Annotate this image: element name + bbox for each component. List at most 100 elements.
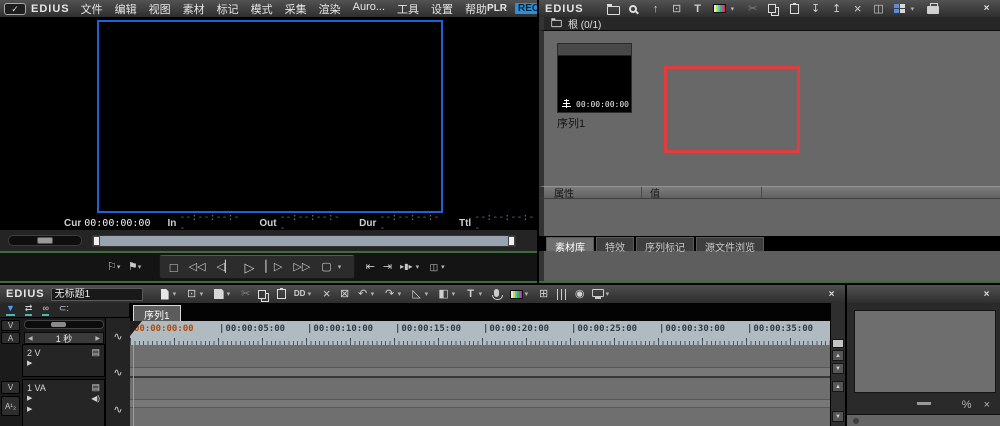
value-column-header[interactable]: 值 [642, 187, 762, 200]
view-mode-icon[interactable] [894, 4, 906, 13]
stop-button[interactable]: □ [169, 259, 179, 276]
playhead-line[interactable] [133, 345, 134, 426]
timeline-zoom-slider[interactable] [24, 320, 104, 329]
paste-icon[interactable] [790, 2, 800, 14]
chevron-down-icon[interactable]: ▾ [338, 263, 345, 271]
scroll-down-icon[interactable]: ▼ [832, 411, 844, 422]
fast-forward-button[interactable]: ▷▷ [292, 260, 311, 275]
title-tool-icon[interactable]: T [465, 287, 477, 301]
panel-preview-area[interactable] [854, 310, 996, 393]
monitor-mode-icon[interactable] [591, 288, 604, 299]
chevron-down-icon[interactable]: ▾ [308, 290, 315, 298]
clip-name-label[interactable]: 序列1 [557, 115, 632, 131]
goto-out-button[interactable]: ⇥ [382, 260, 393, 275]
chevron-down-icon[interactable]: ▾ [173, 290, 180, 298]
delete-icon[interactable]: ⊠ [339, 287, 351, 301]
property-column-header[interactable]: 属性 [544, 187, 642, 200]
group-sync-mode-icon[interactable]: ∞ [42, 304, 49, 316]
color-bars-icon[interactable] [712, 4, 726, 13]
time-scale-spinner[interactable]: ◀ 1 秒 ▶ [24, 332, 104, 344]
rewind-button[interactable]: ◁◁ [188, 260, 207, 275]
chevron-down-icon[interactable]: ▾ [606, 290, 613, 298]
track-lane-2v[interactable] [130, 345, 830, 367]
redo-icon[interactable]: ↷ [384, 287, 396, 301]
save-project-icon[interactable] [213, 289, 224, 299]
menu-clip[interactable]: 素材 [183, 1, 205, 17]
ripple-mode-icon[interactable]: ⇄ [24, 304, 33, 316]
menu-mode[interactable]: 模式 [251, 1, 273, 17]
zoom-slider-handle[interactable] [51, 322, 66, 327]
scroll-up-icon[interactable]: ▲ [832, 350, 844, 361]
new-sequence-icon[interactable] [160, 288, 169, 300]
scroll-down-icon[interactable]: ▼ [832, 363, 844, 374]
resize-handle[interactable] [916, 402, 931, 405]
track-header-2v[interactable]: 2 V ▤ ▶ [22, 344, 105, 377]
ripple-delete-icon[interactable]: × [321, 287, 333, 301]
cut-icon[interactable]: ✂ [240, 287, 252, 301]
add-cut-point-icon[interactable]: ◺ [411, 287, 423, 301]
menu-render[interactable]: 渲染 [319, 1, 341, 17]
sequence-clip-card[interactable]: 00:00:00:00 序列1 [557, 43, 632, 131]
audio-mixer-icon[interactable] [556, 288, 568, 300]
menu-tools[interactable]: 工具 [397, 1, 419, 17]
close-icon[interactable]: × [980, 289, 993, 300]
cut-icon[interactable]: ✂ [747, 2, 759, 16]
tab-sequence-markers[interactable]: 序列标记 [636, 237, 694, 254]
transition-icon[interactable]: ◧ [438, 287, 450, 301]
scrollbar-thumb[interactable] [832, 339, 844, 348]
export-button[interactable]: ◫ [429, 261, 440, 274]
undo-icon[interactable]: ↶ [357, 287, 369, 301]
folder-up-icon[interactable]: ↑ [650, 2, 662, 16]
delete-icon[interactable]: × [852, 1, 864, 16]
display-mode-button[interactable]: ▢ [320, 260, 332, 275]
route-patch-icon[interactable]: ∿ [106, 403, 130, 416]
track-lanes[interactable] [130, 345, 830, 426]
play-around-cursor-button[interactable]: ▸▮▸ [399, 261, 413, 273]
create-title-icon[interactable]: T [692, 2, 704, 16]
snap-magnet-icon[interactable]: ⊂: [59, 304, 69, 316]
chevron-down-icon[interactable]: ▾ [200, 290, 207, 298]
track-header-1va[interactable]: 1 VA ▤ ▶ ◀) ▶ [22, 379, 105, 426]
clip-properties-icon[interactable]: ◫ [873, 2, 885, 16]
playhead-handle[interactable] [130, 321, 142, 336]
expand-track-icon[interactable]: ▶ [27, 394, 32, 403]
tab-source-browser[interactable]: 源文件浏览 [696, 237, 764, 254]
previous-frame-button[interactable]: ◁▏ [216, 260, 235, 275]
search-icon[interactable] [629, 4, 638, 13]
paste-icon[interactable] [277, 288, 287, 299]
menu-help[interactable]: 帮助 [465, 1, 487, 17]
video-mute-button[interactable]: V [1, 381, 20, 394]
multicam-icon[interactable]: ⊞ [538, 287, 550, 301]
copy-icon[interactable] [258, 289, 267, 299]
track-lane-1va-sub[interactable] [130, 408, 830, 426]
chevron-down-icon[interactable]: ▾ [425, 290, 432, 298]
tab-effects[interactable]: 特效 [596, 237, 634, 254]
chevron-down-icon[interactable]: ▾ [117, 263, 124, 271]
toolbox-icon[interactable] [926, 3, 939, 14]
route-patch-icon[interactable]: ∿ [106, 366, 130, 379]
audio-channel-map-button[interactable]: A¹₂ [1, 396, 20, 416]
close-icon[interactable]: × [825, 289, 838, 300]
chevron-down-icon[interactable]: ▾ [731, 5, 738, 13]
add-clip-icon[interactable]: ⊡ [671, 2, 683, 16]
menu-marker[interactable]: 标记 [217, 1, 239, 17]
menu-view[interactable]: 视图 [149, 1, 171, 17]
chevron-down-icon[interactable]: ▾ [525, 290, 532, 298]
project-title-field[interactable]: 无标题1 [50, 287, 143, 301]
film-icon[interactable]: ▤ [91, 382, 100, 393]
properties-list-area[interactable] [539, 199, 1000, 236]
track-lane-1va-video[interactable] [130, 378, 830, 399]
color-wheel-icon[interactable]: ◉ [574, 287, 586, 301]
scale-next-icon[interactable]: ▶ [92, 335, 103, 342]
video-preview-area[interactable]: Cur 00:00:00:00 In --:--:--:-- Out --:--… [0, 17, 537, 234]
bin-content-area[interactable]: 00:00:00:00 序列1 [539, 31, 1000, 186]
track-lane-2v-sub[interactable] [130, 368, 830, 376]
replace-clip-icon[interactable]: DD [294, 287, 306, 301]
copy-icon[interactable] [768, 4, 777, 13]
menu-file[interactable]: 文件 [81, 1, 103, 17]
rec-mode-button[interactable]: REC [515, 3, 537, 14]
scroll-up-icon[interactable]: ▲ [832, 381, 844, 392]
panel-options-icon[interactable]: % [962, 399, 972, 411]
voiceover-mic-icon[interactable] [491, 289, 503, 300]
chevron-down-icon[interactable]: ▾ [138, 263, 145, 271]
